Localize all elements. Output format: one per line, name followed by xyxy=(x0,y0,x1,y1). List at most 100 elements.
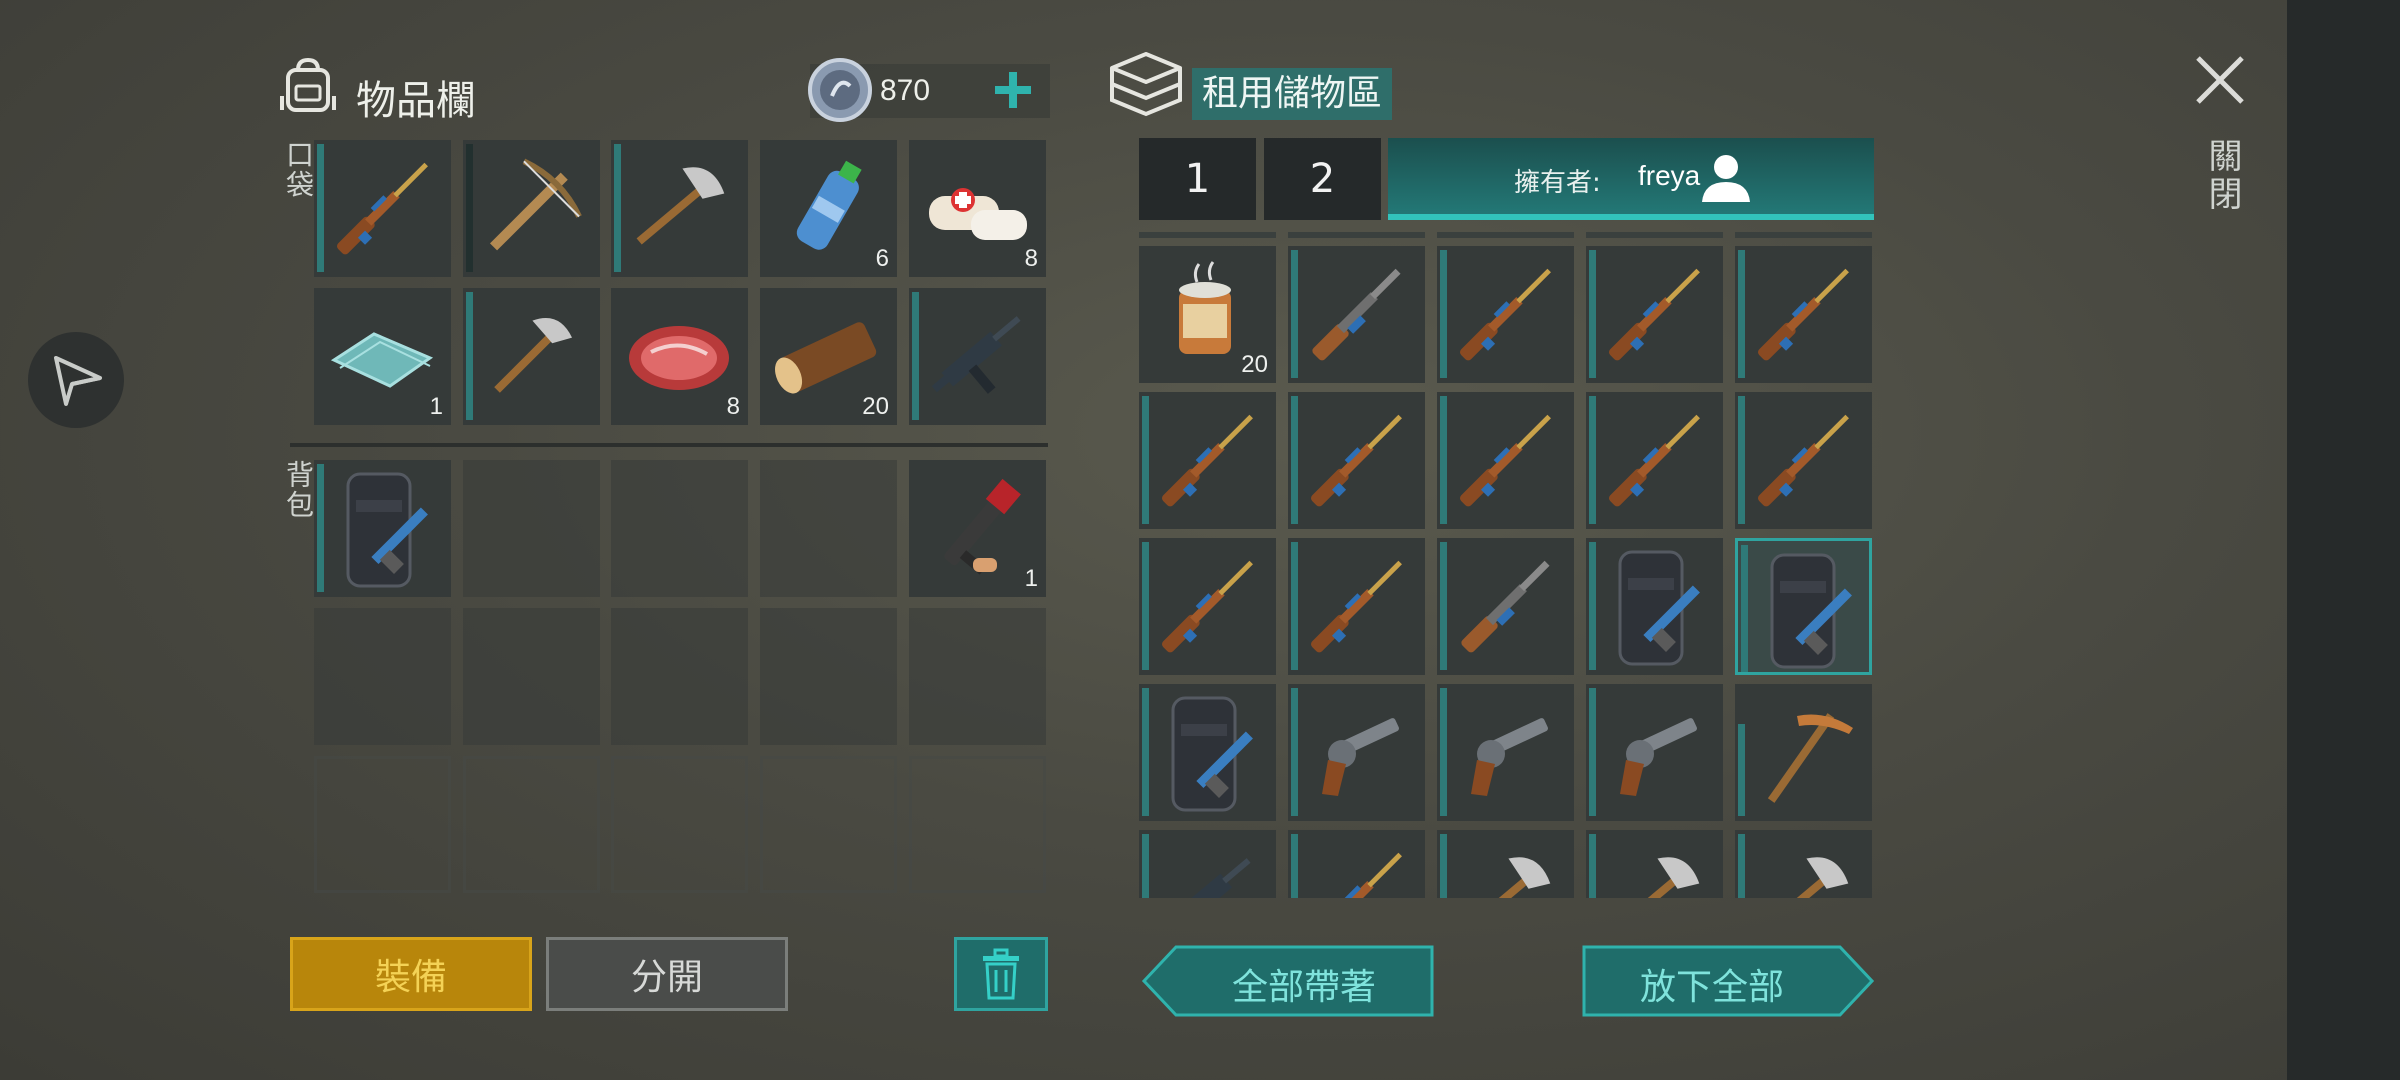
close-label[interactable]: 關閉 xyxy=(2198,138,2247,214)
item-slot[interactable] xyxy=(1735,246,1872,383)
item-slot[interactable] xyxy=(1437,392,1574,529)
smg-icon xyxy=(1171,858,1251,898)
item-slot[interactable] xyxy=(1437,830,1574,898)
item-slot[interactable]: 20 xyxy=(760,288,897,425)
empty-slot[interactable] xyxy=(611,608,748,745)
item-slot[interactable] xyxy=(1288,684,1425,821)
item-slot[interactable] xyxy=(1437,538,1574,675)
item-slot[interactable]: 8 xyxy=(611,288,748,425)
item-slot[interactable] xyxy=(1735,684,1872,821)
item-slot[interactable]: 1 xyxy=(909,460,1046,597)
empty-slot[interactable] xyxy=(314,608,451,745)
item-slot[interactable] xyxy=(1586,392,1723,529)
item-slot[interactable] xyxy=(1735,392,1872,529)
navigate-button[interactable] xyxy=(28,332,124,428)
item-slot[interactable] xyxy=(1735,538,1872,675)
storage-top-lip xyxy=(1139,232,1874,238)
close-icon xyxy=(2196,56,2244,104)
item-slot[interactable]: 6 xyxy=(760,140,897,277)
empty-slot[interactable] xyxy=(463,608,600,745)
item-slot[interactable] xyxy=(463,140,600,277)
item-slot[interactable] xyxy=(1586,246,1723,383)
owner-name: freya xyxy=(1638,160,1701,191)
empty-slot[interactable] xyxy=(760,460,897,597)
trash-icon xyxy=(983,948,1019,1000)
axe-icon xyxy=(1611,857,1700,898)
item-slot[interactable]: 8 xyxy=(909,140,1046,277)
smg-icon xyxy=(931,316,1021,394)
empty-slot[interactable] xyxy=(611,460,748,597)
split-button[interactable]: 分開 xyxy=(546,937,788,1011)
add-currency-button[interactable] xyxy=(988,62,1038,118)
backpack-label: 背包 xyxy=(282,460,315,520)
riot-shield-icon xyxy=(1618,550,1700,666)
storage-tab-1[interactable]: 1 xyxy=(1139,138,1256,220)
close-button[interactable] xyxy=(2190,50,2250,110)
rifle-icon xyxy=(1459,268,1551,361)
shotgun-icon xyxy=(1312,268,1401,361)
coin-icon xyxy=(808,58,872,122)
item-slot[interactable] xyxy=(611,140,748,277)
pocket-label: 口袋 xyxy=(282,140,315,200)
item-slot[interactable] xyxy=(1586,538,1723,675)
owner-tab[interactable]: 擁有者: freya xyxy=(1388,138,1874,220)
item-slot[interactable] xyxy=(1139,392,1276,529)
item-slot[interactable] xyxy=(1586,684,1723,821)
revolver-icon xyxy=(1322,718,1399,796)
item-slot[interactable] xyxy=(909,288,1046,425)
item-slot[interactable] xyxy=(1139,538,1276,675)
riot-shield-icon xyxy=(1770,553,1852,669)
item-slot[interactable] xyxy=(314,460,451,597)
rifle-icon xyxy=(1161,414,1253,507)
rifle-icon xyxy=(1339,852,1402,898)
item-count: 8 xyxy=(1024,245,1038,272)
axe-icon xyxy=(1760,857,1849,898)
riot-shield-icon xyxy=(346,472,428,588)
item-count: 8 xyxy=(726,393,740,420)
rifle-icon xyxy=(1310,414,1402,507)
storage-box-icon xyxy=(1110,52,1182,117)
trash-button[interactable] xyxy=(954,937,1048,1011)
currency-amount: 870 xyxy=(880,74,931,107)
item-slot[interactable] xyxy=(1288,538,1425,675)
storage-tab-2[interactable]: 2 xyxy=(1264,138,1381,220)
empty-slot[interactable] xyxy=(760,608,897,745)
item-count: 20 xyxy=(862,393,889,420)
user-icon xyxy=(1702,155,1750,202)
rifle-icon xyxy=(336,162,428,255)
item-count: 1 xyxy=(429,393,443,420)
rifle-icon xyxy=(1310,560,1402,653)
item-slot[interactable] xyxy=(1288,830,1425,898)
rifle-icon xyxy=(1608,268,1700,361)
item-slot[interactable]: 1 xyxy=(314,288,451,425)
empty-slot[interactable] xyxy=(611,756,748,893)
item-count: 1 xyxy=(1024,565,1038,592)
item-slot[interactable] xyxy=(314,140,451,277)
empty-slot[interactable] xyxy=(314,756,451,893)
item-count: 20 xyxy=(1241,351,1268,378)
split-button-label: 分開 xyxy=(630,957,703,998)
item-slot[interactable] xyxy=(1437,246,1574,383)
item-slot[interactable] xyxy=(1139,684,1276,821)
item-slot[interactable] xyxy=(1288,246,1425,383)
item-slot[interactable] xyxy=(1437,684,1574,821)
empty-slot[interactable] xyxy=(463,756,600,893)
storage-grid: 20 xyxy=(1139,246,1875,898)
equip-button[interactable]: 裝備 xyxy=(290,937,532,1011)
owner-label: 擁有者: xyxy=(1514,168,1601,198)
item-slot[interactable] xyxy=(1735,830,1872,898)
item-slot[interactable] xyxy=(1586,830,1723,898)
item-count: 6 xyxy=(875,245,889,272)
item-slot[interactable]: 20 xyxy=(1139,246,1276,383)
empty-slot[interactable] xyxy=(463,460,600,597)
axe-icon xyxy=(1462,857,1551,898)
plus-icon xyxy=(995,72,1031,108)
item-slot[interactable] xyxy=(463,288,600,425)
inventory-title: 物品欄 xyxy=(356,78,476,124)
empty-slot[interactable] xyxy=(760,756,897,893)
item-slot[interactable] xyxy=(1288,392,1425,529)
riot-shield-icon xyxy=(1171,696,1253,812)
item-slot[interactable] xyxy=(1139,830,1276,898)
empty-slot[interactable] xyxy=(909,608,1046,745)
empty-slot[interactable] xyxy=(909,756,1046,893)
